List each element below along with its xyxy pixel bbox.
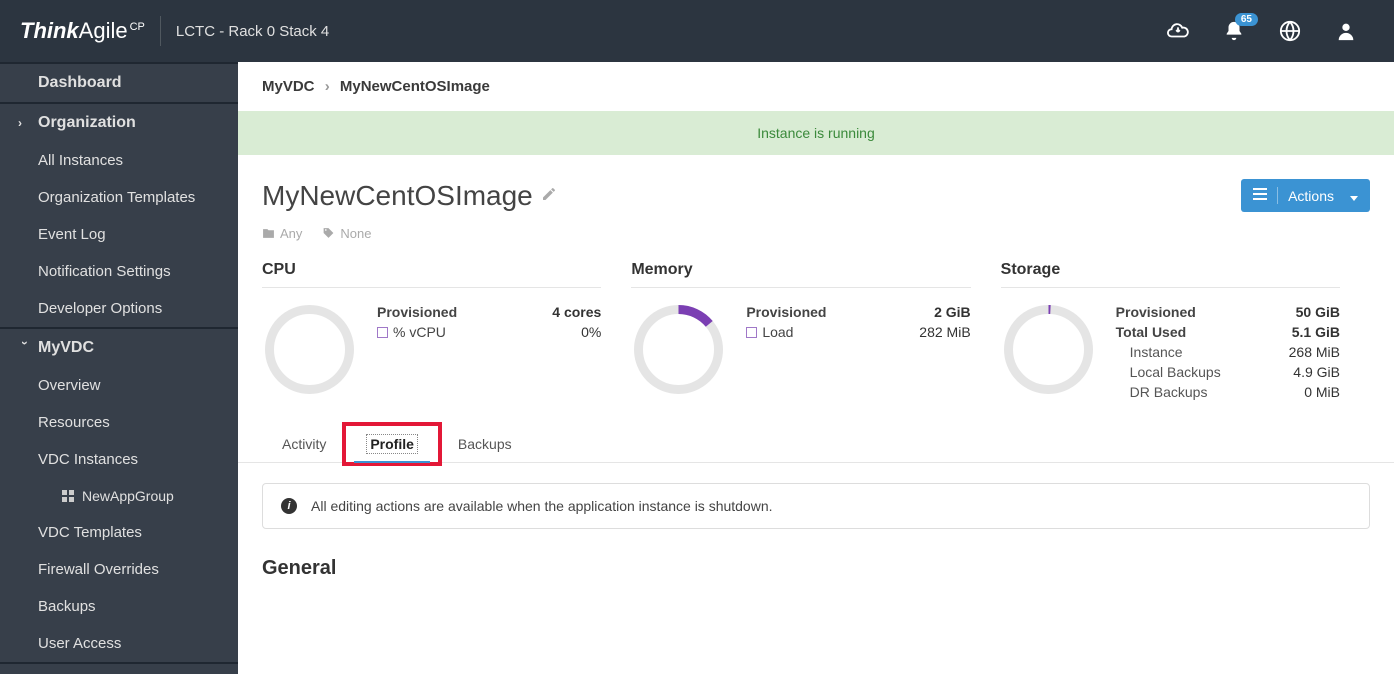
- sidebar-item-notif-settings[interactable]: Notification Settings: [0, 253, 238, 290]
- page-title: MyNewCentOSImage: [262, 180, 533, 212]
- folder-icon: [262, 227, 275, 240]
- notifications-icon[interactable]: 65: [1212, 9, 1256, 53]
- cpu-donut: [262, 302, 357, 397]
- top-bar: ThinkAgileCP LCTC - Rack 0 Stack 4 65: [0, 0, 1394, 62]
- sidebar-item-resources[interactable]: Resources: [0, 404, 238, 441]
- sidebar-item-overview[interactable]: Overview: [0, 367, 238, 404]
- memory-prov-label: Provisioned: [746, 304, 826, 320]
- location-label: LCTC - Rack 0 Stack 4: [176, 23, 329, 40]
- sidebar-item-newappgroup[interactable]: NewAppGroup: [0, 478, 238, 514]
- cpu-metric: CPU Provisioned 4 cores % vCPU 0%: [262, 261, 631, 402]
- storage-instance-value: 268 MiB: [1289, 344, 1340, 360]
- brand-bold: Think: [20, 18, 79, 43]
- cpu-prov-value: 4 cores: [552, 304, 601, 320]
- memory-donut: [631, 302, 726, 397]
- user-icon[interactable]: [1324, 9, 1368, 53]
- sidebar-item-vdc-templates[interactable]: VDC Templates: [0, 514, 238, 551]
- checkbox-icon[interactable]: [746, 327, 757, 338]
- storage-local-label: Local Backups: [1116, 364, 1221, 380]
- brand-sup: CP: [130, 21, 145, 33]
- tab-activity[interactable]: Activity: [262, 426, 346, 462]
- storage-donut: [1001, 302, 1096, 397]
- memory-load-label: Load: [762, 324, 793, 340]
- globe-icon[interactable]: [1268, 9, 1312, 53]
- storage-local-value: 4.9 GiB: [1293, 364, 1340, 380]
- sidebar-item-backups[interactable]: Backups: [0, 588, 238, 625]
- storage-instance-label: Instance: [1116, 344, 1183, 360]
- storage-prov-label: Provisioned: [1116, 304, 1196, 320]
- memory-load-value: 282 MiB: [919, 324, 970, 340]
- sidebar-item-firewall[interactable]: Firewall Overrides: [0, 551, 238, 588]
- memory-prov-value: 2 GiB: [934, 304, 971, 320]
- sidebar-label-newappgroup: NewAppGroup: [82, 488, 174, 504]
- caret-down-icon: [1344, 188, 1358, 204]
- general-header: General: [238, 549, 1394, 600]
- list-icon: [1253, 187, 1278, 204]
- memory-metric: Memory Provisioned 2 GiB Load 282 MiB: [631, 261, 1000, 402]
- storage-dr-label: DR Backups: [1116, 384, 1208, 400]
- breadcrumb-leaf: MyNewCentOSImage: [340, 78, 490, 95]
- storage-title: Storage: [1001, 261, 1340, 288]
- label-tag-text: None: [340, 226, 371, 241]
- sidebar-item-vdc-instances[interactable]: VDC Instances: [0, 441, 238, 478]
- chevron-right-icon: ›: [18, 116, 32, 130]
- folder-tag-text: Any: [280, 226, 302, 241]
- folder-tag: Any: [262, 226, 302, 241]
- tab-profile-label: Profile: [366, 434, 418, 454]
- sidebar-item-organization[interactable]: › Organization: [0, 104, 238, 142]
- cpu-vcpu-value: 0%: [581, 324, 601, 340]
- memory-title: Memory: [631, 261, 970, 288]
- edit-title-icon[interactable]: [541, 186, 557, 205]
- breadcrumb: MyVDC › MyNewCentOSImage: [238, 62, 1394, 111]
- notice-text: All editing actions are available when t…: [311, 498, 773, 514]
- actions-label: Actions: [1288, 188, 1334, 204]
- cpu-vcpu-label: % vCPU: [393, 324, 446, 340]
- tab-profile[interactable]: Profile: [346, 426, 438, 462]
- cpu-prov-label: Provisioned: [377, 304, 457, 320]
- checkbox-icon[interactable]: [377, 327, 388, 338]
- sidebar-item-dashboard[interactable]: Dashboard: [0, 64, 238, 102]
- sidebar-item-user-access[interactable]: User Access: [0, 625, 238, 662]
- storage-prov-value: 50 GiB: [1296, 304, 1340, 320]
- cpu-title: CPU: [262, 261, 601, 288]
- info-icon: i: [281, 498, 297, 514]
- breadcrumb-separator: ›: [325, 78, 330, 95]
- main-content: MyVDC › MyNewCentOSImage Instance is run…: [238, 62, 1394, 674]
- brand-logo: ThinkAgileCP: [20, 18, 145, 44]
- tab-backups[interactable]: Backups: [438, 426, 532, 462]
- sidebar-item-all-instances[interactable]: All Instances: [0, 142, 238, 179]
- grid-icon: [62, 490, 74, 502]
- storage-total-value: 5.1 GiB: [1292, 324, 1340, 340]
- sidebar-label-myvdc: MyVDC: [38, 339, 94, 357]
- brand-light: Agile: [79, 18, 128, 43]
- tag-icon: [322, 227, 335, 240]
- sidebar-label-organization: Organization: [38, 114, 136, 132]
- sidebar-item-myvdc[interactable]: › MyVDC: [0, 329, 238, 367]
- sidebar-item-org-templates[interactable]: Organization Templates: [0, 179, 238, 216]
- breadcrumb-root[interactable]: MyVDC: [262, 78, 315, 95]
- storage-dr-value: 0 MiB: [1304, 384, 1340, 400]
- storage-total-label: Total Used: [1116, 324, 1187, 340]
- actions-button[interactable]: Actions: [1241, 179, 1370, 212]
- divider: [160, 16, 161, 46]
- label-tag: None: [322, 226, 371, 241]
- tabs: Activity Profile Backups: [238, 426, 1394, 463]
- storage-metric: Storage Provisioned 50 GiB Total Used 5.1 …: [1001, 261, 1370, 402]
- info-notice: i All editing actions are available when…: [262, 483, 1370, 529]
- download-icon[interactable]: [1156, 9, 1200, 53]
- sidebar: Dashboard › Organization All Instances Or…: [0, 62, 238, 674]
- notification-badge: 65: [1235, 13, 1258, 26]
- sidebar-item-dev-options[interactable]: Developer Options: [0, 290, 238, 327]
- status-banner: Instance is running: [238, 111, 1394, 155]
- chevron-down-icon: ›: [18, 341, 32, 355]
- sidebar-item-event-log[interactable]: Event Log: [0, 216, 238, 253]
